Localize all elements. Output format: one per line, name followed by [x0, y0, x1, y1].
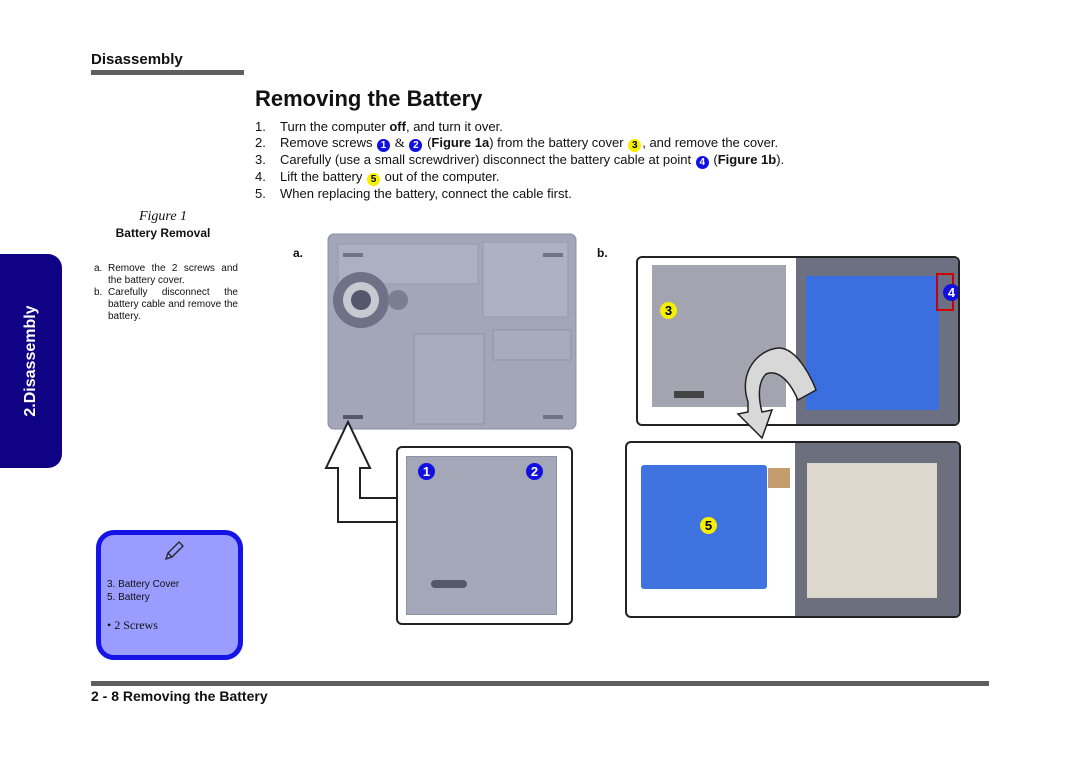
page-title: Removing the Battery: [255, 86, 483, 111]
curved-arrow-icon: [736, 347, 817, 440]
chapter-tab-label: 2.Disassembly: [22, 305, 39, 417]
callout-battery: 5: [700, 517, 717, 534]
section-label: Disassembly: [91, 51, 183, 68]
callout-cable-connector: 4: [943, 284, 958, 301]
step-number: 3.: [255, 152, 266, 167]
note-bullet: • 2 Screws: [107, 618, 158, 632]
callout-screw-2: 2: [526, 463, 543, 480]
step-number: 2.: [255, 135, 266, 150]
figure-note: b. Carefully disconnect the battery cable…: [94, 287, 238, 322]
battery-removed-panel: 5: [625, 441, 961, 618]
steps-list: 1. Turn the computer off, and turn it ov…: [255, 119, 784, 202]
note-line: 5. Battery: [107, 592, 150, 603]
footer-page-label: 2 - 8 Removing the Battery: [91, 688, 268, 704]
figure-notes: a. Remove the 2 screws and the battery co…: [94, 263, 238, 323]
step-number: 5.: [255, 186, 266, 201]
step-1: 1. Turn the computer off, and turn it ov…: [255, 119, 784, 135]
figure-caption: Figure 1: [138, 209, 188, 224]
step-5: 5. When replacing the battery, connect t…: [255, 186, 784, 202]
step-text: Lift the battery 5 out of the computer.: [280, 169, 500, 186]
panel-a-label: a.: [293, 246, 304, 260]
callout-battery-cover: 3: [660, 302, 677, 319]
chapter-tab[interactable]: 2.Disassembly: [0, 254, 62, 468]
section-rule: [91, 70, 244, 75]
step-number: 4.: [255, 169, 266, 184]
callout-badge-5: 5: [367, 173, 380, 186]
note-line: 3. Battery Cover: [107, 579, 180, 590]
callout-badge-1: 1: [377, 139, 391, 152]
laptop-bottom-image: [327, 233, 577, 430]
figure-note: a. Remove the 2 screws and the battery co…: [94, 263, 238, 286]
panel-b-label: b.: [597, 246, 608, 260]
callout-badge-2: 2: [409, 139, 423, 152]
footer-rule: [91, 681, 989, 686]
callout-badge-3: 3: [628, 139, 642, 152]
step-number: 1.: [255, 119, 266, 134]
step-text: Remove screws 1 & 2 (Figure 1a) from the…: [280, 135, 779, 152]
battery-cover-panel: 1 2: [396, 446, 573, 625]
step-4: 4. Lift the battery 5 out of the compute…: [255, 169, 784, 186]
step-text: When replacing the battery, connect the …: [280, 186, 572, 201]
step-text: Turn the computer off, and turn it over.: [280, 119, 503, 134]
step-text: Carefully (use a small screwdriver) disc…: [280, 152, 785, 169]
pen-icon: [164, 541, 184, 561]
figure-title: Battery Removal: [115, 226, 211, 240]
step-2: 2. Remove screws 1 & 2 (Figure 1a) from …: [255, 135, 784, 152]
note-box: 3. Battery Cover 5. Battery • 2 Screws: [96, 530, 243, 660]
callout-badge-4: 4: [695, 156, 709, 169]
callout-screw-1: 1: [418, 463, 435, 480]
step-3: 3. Carefully (use a small screwdriver) d…: [255, 152, 784, 169]
